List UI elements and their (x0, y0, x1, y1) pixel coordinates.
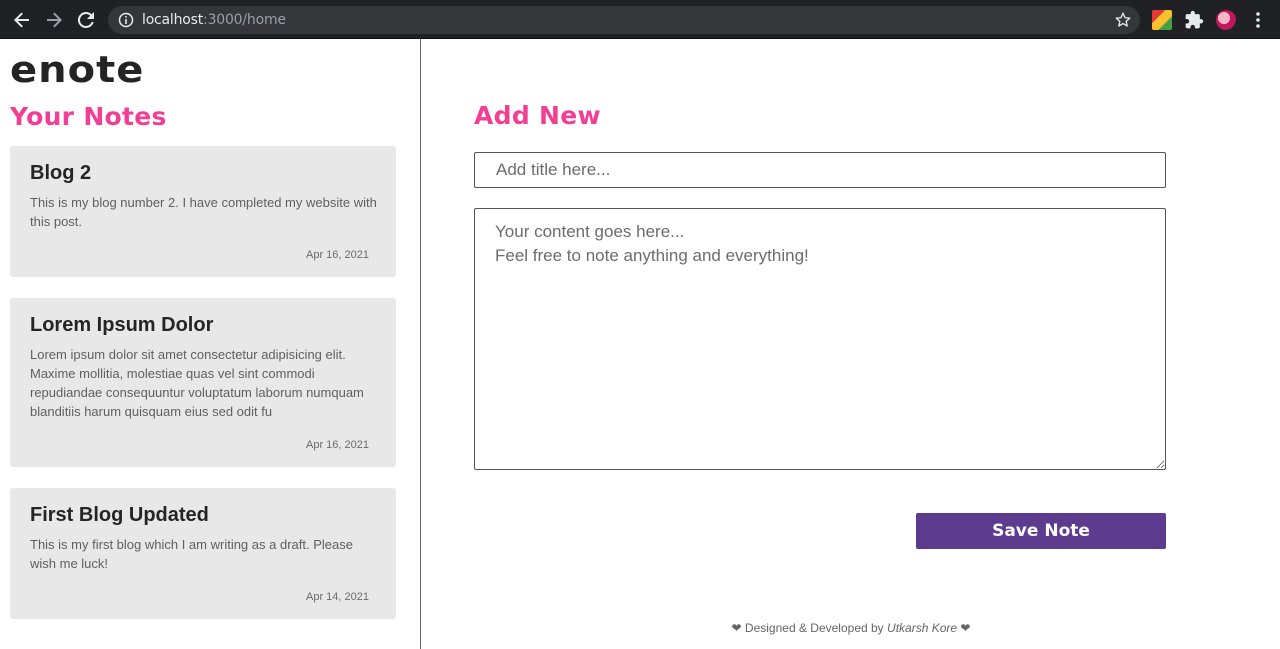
note-date: Apr 16, 2021 (306, 439, 369, 451)
footer-author: Utkarsh Kore (887, 621, 958, 635)
browser-toolbar: localhost:3000/home (0, 0, 1280, 39)
extension-icon[interactable] (1152, 10, 1172, 30)
kebab-menu-icon[interactable] (1248, 10, 1268, 30)
heart-icon: ❤ (731, 621, 742, 635)
editor-panel: Add New Save Note ❤ Designed & Developed… (422, 39, 1280, 649)
url-text[interactable]: localhost:3000/home (142, 12, 286, 28)
title-input[interactable] (474, 152, 1166, 188)
forward-arrow-icon[interactable] (39, 0, 69, 39)
note-body: Lorem ipsum dolor sit amet consectetur a… (30, 347, 364, 419)
note-title: Blog 2 (30, 162, 92, 184)
note-date: Apr 16, 2021 (306, 249, 369, 261)
note-body: This is my blog number 2. I have complet… (30, 195, 377, 229)
address-bar[interactable]: localhost:3000/home (108, 6, 1140, 34)
app-logo[interactable]: enote (10, 49, 144, 91)
note-card[interactable]: Blog 2 This is my blog number 2. I have … (10, 146, 396, 277)
footer-prefix: Designed & Developed by (744, 621, 884, 635)
save-note-button[interactable]: Save Note (916, 513, 1166, 549)
notes-heading: Your Notes (10, 102, 167, 131)
notes-sidebar: enote Your Notes Blog 2 This is my blog … (0, 39, 421, 649)
url-host: localhost (142, 12, 204, 28)
reload-icon[interactable] (71, 0, 101, 39)
heart-icon: ❤ (960, 621, 971, 635)
note-title: Lorem Ipsum Dolor (30, 314, 214, 336)
note-title: First Blog Updated (30, 504, 209, 526)
note-date: Apr 14, 2021 (306, 591, 369, 603)
back-arrow-icon[interactable] (7, 0, 37, 39)
add-new-heading: Add New (474, 101, 601, 130)
content-textarea[interactable] (474, 208, 1166, 470)
star-icon[interactable] (1114, 11, 1132, 29)
footer-credit: ❤ Designed & Developed by Utkarsh Kore ❤ (422, 621, 1280, 635)
note-body: This is my first blog which I am writing… (30, 537, 353, 571)
profile-avatar[interactable] (1216, 10, 1236, 30)
note-card[interactable]: Lorem Ipsum Dolor Lorem ipsum dolor sit … (10, 298, 396, 467)
info-icon[interactable] (118, 12, 134, 28)
puzzle-icon[interactable] (1184, 10, 1204, 30)
url-path: :3000/home (203, 12, 286, 28)
note-card[interactable]: First Blog Updated This is my first blog… (10, 488, 396, 619)
